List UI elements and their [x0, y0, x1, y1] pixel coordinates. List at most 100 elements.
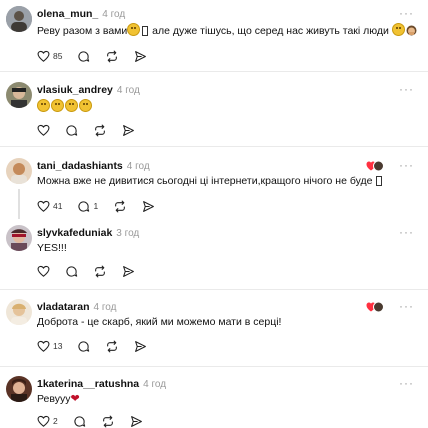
- like-button[interactable]: 41: [37, 200, 62, 212]
- heart-outline-icon: [37, 124, 50, 136]
- repost-icon: [107, 50, 118, 62]
- reply-button[interactable]: [77, 50, 90, 63]
- more-dots-icon[interactable]: ···: [399, 6, 414, 20]
- missing-glyph-icon: [376, 176, 383, 186]
- avatar[interactable]: [6, 82, 32, 108]
- send-icon: [135, 50, 147, 62]
- timestamp[interactable]: 4 год: [143, 379, 166, 390]
- comment-actions: 2: [37, 414, 158, 428]
- avatar[interactable]: [6, 6, 32, 32]
- reply-button[interactable]: 1: [77, 200, 98, 213]
- timestamp[interactable]: 4 год: [117, 85, 140, 96]
- heart-outline-icon: [37, 415, 50, 427]
- author-liked-badge: [366, 300, 384, 313]
- red-heart-icon: ❤: [70, 393, 80, 405]
- comment-text: Реву разом з вами але дуже тішусь, що се…: [37, 23, 417, 38]
- comment-item: slyvkafeduniak 3 год ··· YES!!!: [0, 225, 428, 283]
- comment-text: Можна вже не дивитися сьогодні ці інтерн…: [37, 175, 383, 188]
- like-button[interactable]: [37, 265, 50, 277]
- like-button[interactable]: 13: [37, 340, 62, 352]
- repost-button[interactable]: [93, 124, 107, 137]
- heart-outline-icon: [37, 340, 50, 352]
- avatar[interactable]: [6, 299, 32, 325]
- comment-actions: 85: [37, 49, 162, 63]
- sad-face-icon: [51, 99, 64, 112]
- repost-button[interactable]: [105, 50, 119, 63]
- comment-bubble-icon: [66, 124, 78, 136]
- like-count: 2: [53, 416, 58, 426]
- username[interactable]: slyvkafeduniak: [37, 227, 112, 239]
- repost-button[interactable]: [113, 200, 127, 213]
- divider: [0, 71, 428, 72]
- comment-text: Ревууу❤: [37, 393, 80, 405]
- repost-icon: [107, 340, 118, 352]
- sad-face-icon: [65, 99, 78, 112]
- comment-bubble-icon: [78, 340, 90, 352]
- sad-face-icon: [79, 99, 92, 112]
- more-dots-icon[interactable]: ···: [399, 299, 414, 313]
- timestamp[interactable]: 4 год: [94, 302, 117, 313]
- heart-outline-icon: [37, 200, 50, 212]
- send-icon: [135, 340, 147, 352]
- comment-header: 1katerina__ratushna 4 год: [37, 378, 166, 391]
- comment-text: YES!!!: [37, 242, 67, 254]
- repost-button[interactable]: [105, 340, 119, 353]
- like-button[interactable]: [37, 124, 50, 136]
- comment-item: vladataran 4 год ··· Доброта - це скарб, …: [0, 299, 428, 361]
- username[interactable]: olena_mun_: [37, 8, 98, 20]
- more-dots-icon[interactable]: ···: [399, 376, 414, 390]
- comment-actions: 41 1: [37, 199, 170, 213]
- avatar[interactable]: [6, 225, 32, 251]
- timestamp[interactable]: 4 год: [102, 9, 125, 20]
- comment-header: slyvkafeduniak 3 год: [37, 227, 139, 240]
- comment-item: vlasiuk_andrey 4 год ···: [0, 82, 428, 146]
- comment-header: olena_mun_ 4 год: [37, 8, 125, 21]
- share-button[interactable]: [134, 340, 147, 353]
- comment-actions: [37, 264, 150, 278]
- more-dots-icon[interactable]: ···: [399, 225, 414, 239]
- timestamp[interactable]: 3 год: [116, 228, 139, 239]
- missing-glyph-icon: [142, 26, 149, 36]
- username[interactable]: vladataran: [37, 301, 90, 313]
- crying-face-icon: [127, 23, 141, 36]
- share-button[interactable]: [134, 50, 147, 63]
- comment-header: vladataran 4 год: [37, 301, 116, 314]
- timestamp[interactable]: 4 год: [127, 161, 150, 172]
- reply-button[interactable]: [65, 124, 78, 137]
- smiling-face-icon: [391, 23, 405, 36]
- send-icon: [130, 415, 142, 427]
- username[interactable]: vlasiuk_andrey: [37, 84, 113, 96]
- comment-actions: [37, 123, 150, 137]
- more-dots-icon[interactable]: ···: [399, 158, 414, 172]
- like-button[interactable]: 2: [37, 415, 58, 427]
- share-button[interactable]: [142, 200, 155, 213]
- reply-button[interactable]: [73, 415, 86, 428]
- avatar[interactable]: [6, 158, 32, 184]
- heart-outline-icon: [37, 50, 50, 62]
- divider: [0, 146, 428, 147]
- like-button[interactable]: 85: [37, 50, 62, 62]
- sad-face-icon: [37, 99, 50, 112]
- divider: [0, 366, 428, 367]
- share-button[interactable]: [122, 265, 135, 278]
- share-button[interactable]: [122, 124, 135, 137]
- author-liked-badge: [366, 159, 384, 172]
- repost-button[interactable]: [101, 415, 115, 428]
- comment-header: tani_dadashiants 4 год: [37, 160, 150, 173]
- heart-outline-icon: [37, 265, 50, 277]
- comment-bubble-icon: [74, 415, 85, 427]
- hands-over-mouth-icon: [406, 25, 417, 36]
- reply-button[interactable]: [77, 340, 90, 353]
- avatar[interactable]: [6, 376, 32, 402]
- username[interactable]: tani_dadashiants: [37, 160, 123, 172]
- username[interactable]: 1katerina__ratushna: [37, 378, 139, 390]
- share-button[interactable]: [130, 415, 143, 428]
- comment-text: Доброта - це скарб, який ми можемо мати …: [37, 316, 282, 328]
- repost-button[interactable]: [93, 265, 107, 278]
- repost-icon: [95, 265, 105, 277]
- comment-actions: 13: [37, 339, 162, 353]
- comment-text: [37, 99, 93, 114]
- repost-icon: [102, 415, 113, 427]
- more-dots-icon[interactable]: ···: [399, 82, 414, 96]
- reply-button[interactable]: [65, 265, 78, 278]
